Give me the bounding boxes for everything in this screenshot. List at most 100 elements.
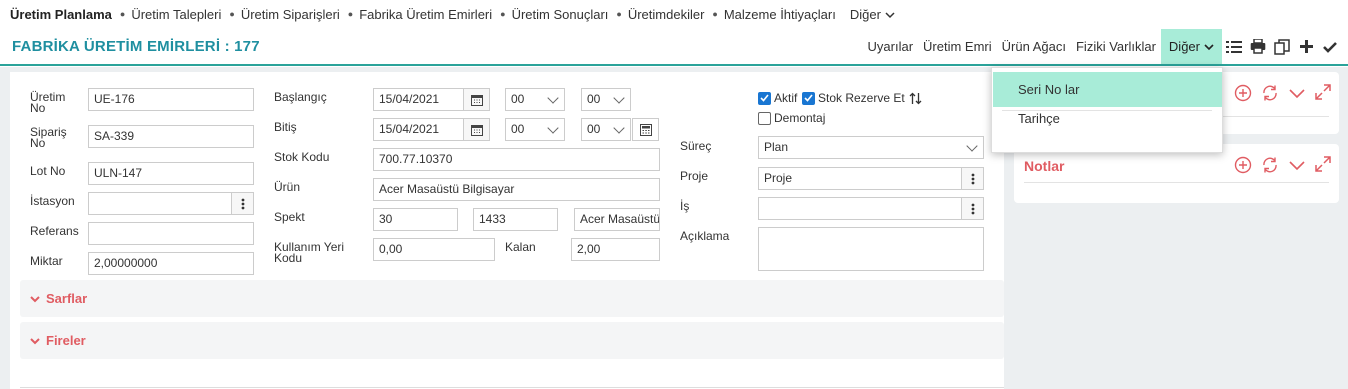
spekt-field-3[interactable]: Acer Masaüstü bbox=[574, 208, 660, 231]
chevron-down-icon bbox=[613, 122, 625, 134]
aktif-checkbox[interactable]: Aktif bbox=[758, 91, 797, 105]
calendar-icon[interactable] bbox=[463, 89, 489, 110]
chevron-down-icon[interactable] bbox=[1288, 84, 1306, 102]
lot-no-field[interactable]: ULN-147 bbox=[88, 162, 254, 185]
refresh-icon[interactable] bbox=[1261, 84, 1279, 102]
print-icon[interactable] bbox=[1246, 29, 1270, 64]
istasyon-label: İstasyon bbox=[30, 194, 75, 208]
bitis-minute-value: 00 bbox=[587, 122, 601, 136]
fiziki-varliklar-button[interactable]: Fiziki Varlıklar bbox=[1071, 29, 1161, 64]
urun-label: Ürün bbox=[274, 180, 301, 194]
is-field[interactable] bbox=[758, 197, 984, 220]
baslangic-minute-select[interactable]: 00 bbox=[581, 88, 631, 111]
nav-uretim-planlama[interactable]: Üretim Planlama bbox=[10, 7, 112, 22]
nav-uretim-sonuclari[interactable]: Üretim Sonuçları bbox=[512, 7, 609, 22]
kullanim-yeri-kodu-field[interactable]: 0,00 bbox=[373, 238, 495, 261]
notlar-title: Notlar bbox=[1024, 158, 1065, 174]
miktar-label: Miktar bbox=[30, 254, 63, 268]
fireler-section[interactable]: Fireler bbox=[20, 322, 1004, 359]
calendar-icon[interactable] bbox=[463, 119, 489, 140]
proje-label: Proje bbox=[680, 169, 709, 183]
aciklama-label: Açıklama bbox=[680, 229, 730, 243]
chevron-down-icon[interactable] bbox=[1288, 156, 1306, 174]
toolbar: Uyarılar Üretim Emri Ürün Ağacı Fiziki V… bbox=[863, 29, 1348, 64]
baslangic-minute-value: 00 bbox=[587, 92, 601, 106]
proje-value: Proje bbox=[764, 171, 793, 185]
chevron-down-icon bbox=[547, 92, 559, 104]
list-icon[interactable] bbox=[1222, 29, 1246, 64]
expand-icon[interactable] bbox=[1315, 84, 1331, 100]
fireler-title: Fireler bbox=[46, 333, 86, 348]
chevron-down-icon bbox=[613, 92, 625, 104]
plus-icon[interactable] bbox=[1294, 29, 1318, 64]
nav-diger[interactable]: Diğer bbox=[850, 7, 895, 22]
nav-diger-label: Diğer bbox=[849, 6, 881, 22]
siparis-no-field[interactable]: SA-339 bbox=[88, 125, 254, 148]
uretim-no-field[interactable]: UE-176 bbox=[88, 88, 254, 111]
add-circle-icon[interactable] bbox=[1234, 84, 1252, 102]
nav-separator: ● bbox=[712, 9, 718, 19]
istasyon-field[interactable] bbox=[88, 192, 254, 215]
sarflar-title: Sarflar bbox=[46, 291, 88, 306]
nav-uretim-talepleri[interactable]: Üretim Talepleri bbox=[131, 7, 221, 22]
main-form-panel: Üretim No UE-176 Sipariş No SA-339 Lot N… bbox=[10, 72, 1004, 389]
uyarilar-button[interactable]: Uyarılar bbox=[863, 29, 919, 64]
demontaj-checkbox[interactable]: Demontaj bbox=[758, 111, 825, 125]
nav-malzeme-ihtiyaclari[interactable]: Malzeme İhtiyaçları bbox=[724, 7, 836, 22]
kebab-menu-icon[interactable] bbox=[231, 193, 253, 214]
bitis-date-field[interactable]: 15/04/2021 bbox=[373, 118, 490, 141]
menu-item-tarihce[interactable]: Tarihçe bbox=[993, 101, 1222, 136]
kalan-field[interactable]: 2,00 bbox=[571, 238, 660, 261]
bitis-hour-value: 00 bbox=[511, 122, 525, 136]
uretim-no-label: Üretim No bbox=[30, 90, 66, 115]
nav-uretimdekiler[interactable]: Üretimdekiler bbox=[628, 7, 705, 22]
copy-icon[interactable] bbox=[1270, 29, 1294, 64]
expand-icon[interactable] bbox=[1315, 156, 1331, 172]
page-header: FABRİKA ÜRETİM EMİRLERİ : 177 Uyarılar Ü… bbox=[0, 29, 1348, 66]
bitis-minute-select[interactable]: 00 bbox=[581, 118, 631, 141]
card-divider bbox=[1024, 182, 1329, 183]
diger-button[interactable]: Diğer bbox=[1160, 29, 1222, 64]
sort-arrows-icon[interactable] bbox=[909, 92, 922, 105]
surec-label: Süreç bbox=[680, 139, 712, 153]
bitis-label: Bitiş bbox=[274, 120, 297, 134]
stok-rezerve-checkbox[interactable]: Stok Rezerve Et bbox=[802, 91, 922, 105]
calculator-button[interactable] bbox=[632, 118, 659, 141]
refresh-icon[interactable] bbox=[1261, 156, 1279, 174]
surec-select[interactable]: Plan bbox=[758, 136, 984, 159]
chevron-down-icon bbox=[885, 11, 895, 18]
chevron-down-icon bbox=[30, 337, 40, 344]
spekt-field-2[interactable]: 1433 bbox=[473, 208, 558, 231]
uretim-emri-button[interactable]: Üretim Emri bbox=[918, 29, 997, 64]
bitis-hour-select[interactable]: 00 bbox=[505, 118, 565, 141]
referans-field[interactable] bbox=[88, 222, 254, 245]
nav-uretim-siparisleri[interactable]: Üretim Siparişleri bbox=[241, 7, 340, 22]
miktar-field[interactable]: 2,00000000 bbox=[88, 252, 254, 275]
kebab-menu-icon[interactable] bbox=[961, 168, 983, 189]
add-circle-icon[interactable] bbox=[1234, 156, 1252, 174]
nav-separator: ● bbox=[347, 9, 354, 19]
card-actions bbox=[1234, 84, 1331, 102]
siparis-no-label: Sipariş No bbox=[30, 125, 67, 150]
kebab-menu-icon[interactable] bbox=[961, 198, 983, 219]
nav-separator: ● bbox=[229, 9, 235, 19]
checkbox-checked-icon bbox=[758, 91, 771, 105]
nav-fabrika-uretim-emirleri[interactable]: Fabrika Üretim Emirleri bbox=[359, 7, 492, 22]
aktif-label: Aktif bbox=[774, 91, 798, 105]
urun-field[interactable]: Acer Masaüstü Bilgisayar bbox=[373, 178, 660, 201]
spekt-label: Spekt bbox=[274, 210, 305, 224]
nav-separator: ● bbox=[119, 9, 126, 19]
kullanim-yeri-kodu-label: Kullanım Yeri Kodu bbox=[274, 240, 345, 265]
aciklama-textarea[interactable] bbox=[758, 227, 984, 271]
referans-label: Referans bbox=[30, 224, 79, 238]
sarflar-section[interactable]: Sarflar bbox=[20, 280, 1004, 317]
baslangic-hour-value: 00 bbox=[511, 92, 525, 106]
stok-kodu-field[interactable]: 700.77.10370 bbox=[373, 148, 660, 171]
baslangic-hour-select[interactable]: 00 bbox=[505, 88, 565, 111]
proje-field[interactable]: Proje bbox=[758, 167, 984, 190]
urun-agaci-button[interactable]: Ürün Ağacı bbox=[997, 29, 1071, 64]
spekt-field-1[interactable]: 30 bbox=[373, 208, 458, 231]
baslangic-date-field[interactable]: 15/04/2021 bbox=[373, 88, 490, 111]
chevron-down-icon bbox=[966, 140, 978, 152]
check-icon[interactable] bbox=[1318, 29, 1342, 64]
